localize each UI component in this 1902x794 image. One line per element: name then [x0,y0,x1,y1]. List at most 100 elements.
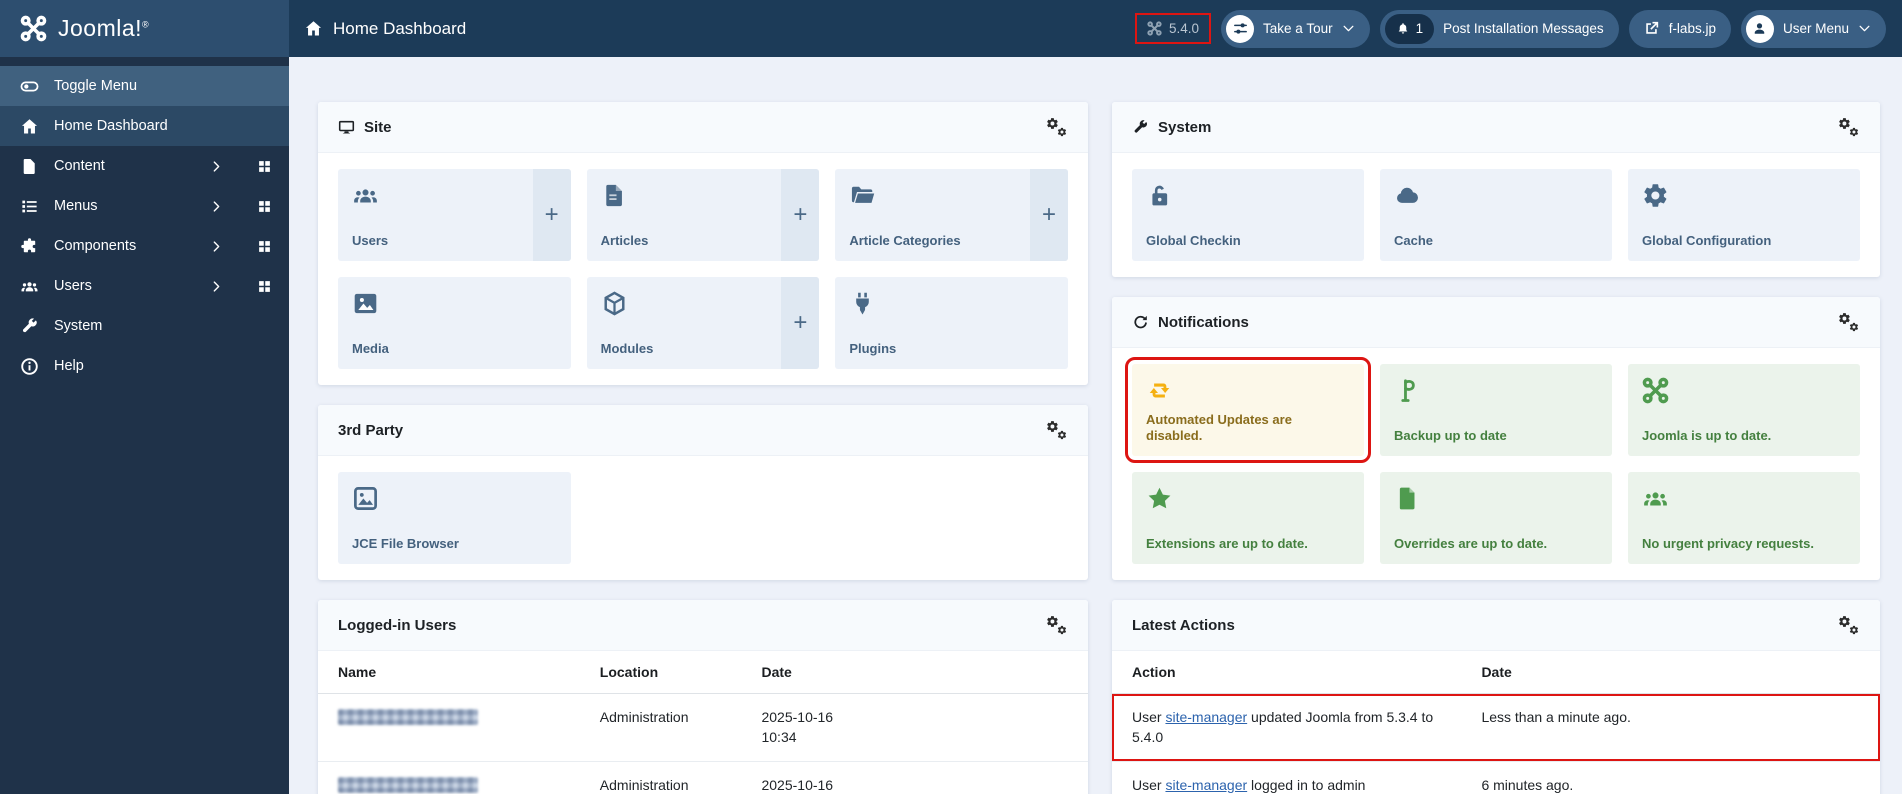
column-header-location: Location [579,651,742,694]
post-installation-messages-button[interactable]: 1 Post Installation Messages [1379,9,1619,48]
tile-joomla-update-status[interactable]: Joomla is up to date. [1628,364,1860,456]
take-a-tour-button[interactable]: Take a Tour [1221,9,1370,48]
header-bar: Home Dashboard 5.4.0 Take a Tour 1 Post … [289,0,1902,57]
site-tile-article-categories[interactable]: Article Categories + [835,169,1068,261]
cube-icon [601,290,628,317]
toggle-menu[interactable]: Toggle Menu [0,66,289,106]
article-icon [601,182,628,209]
column-header-date: Date [1461,651,1880,694]
site-panel-header: Site [318,102,1088,153]
panel-options-icon[interactable] [1046,117,1068,137]
notification-count-badge: 1 [1384,13,1435,44]
tile-global-checkin[interactable]: Global Checkin [1132,169,1364,261]
registered-mark: ® [142,19,150,30]
backup-icon [1394,377,1421,404]
unlock-icon [1146,182,1173,209]
sidebar-item-menus[interactable]: Menus [0,186,289,226]
site-tile-users[interactable]: Users + [338,169,571,261]
notifications-panel-title: Notifications [1132,314,1249,331]
third-party-panel-header: 3rd Party [318,405,1088,456]
third-party-panel: 3rd Party JCE File Browser [318,405,1088,580]
tile-jce-file-browser[interactable]: JCE File Browser [338,472,571,564]
external-link-icon [1643,20,1660,37]
site-tile-plugins[interactable]: Plugins [835,277,1068,369]
logged-in-users-panel: Logged-in Users Name Location Date Admin… [318,600,1088,794]
bell-icon [1396,22,1410,36]
table-row: Administration 2025-10-16 [318,761,1088,794]
add-user-button[interactable]: + [532,169,571,261]
user-menu-button[interactable]: User Menu [1740,9,1886,48]
document-icon [20,157,39,176]
user-avatar-icon [1745,14,1774,43]
column-header-date: Date [741,651,1088,694]
third-party-panel-title: 3rd Party [338,421,404,439]
panel-options-icon[interactable] [1838,312,1860,332]
chevron-right-icon [210,240,223,253]
page-title: Home Dashboard [304,19,466,39]
plug-icon [849,290,876,317]
home-icon [304,19,323,38]
tile-backup-status[interactable]: Backup up to date [1380,364,1612,456]
gear-icon [1642,182,1669,209]
tile-cache[interactable]: Cache [1380,169,1612,261]
sidebar-item-components[interactable]: Components [0,226,289,266]
site-panel: Site Users + Articles + Article Categori… [318,102,1088,385]
sidebar-item-users[interactable]: Users [0,266,289,306]
joomla-logo-icon [20,15,47,42]
view-site-button[interactable]: f-labs.jp [1628,9,1731,48]
content-dashboard-grid-icon[interactable] [257,159,272,174]
add-module-button[interactable]: + [781,277,820,369]
sidebar-item-home-dashboard[interactable]: Home Dashboard [0,106,289,146]
tile-extensions-status[interactable]: Extensions are up to date. [1132,472,1364,564]
sidebar: Toggle Menu Home Dashboard Content Menus [0,57,289,794]
header-actions: 5.4.0 Take a Tour 1 Post Installation Me… [1135,9,1886,48]
tile-global-configuration[interactable]: Global Configuration [1628,169,1860,261]
site-tile-articles[interactable]: Articles + [586,169,820,261]
notifications-panel-header: Notifications [1112,297,1880,348]
star-icon [1146,485,1173,512]
sidebar-item-help[interactable]: Help [0,346,289,386]
image-outline-icon [352,485,379,512]
latest-actions-panel: Latest Actions Action Date User site-man… [1112,600,1880,794]
panel-options-icon[interactable] [1046,420,1068,440]
add-category-button[interactable]: + [1030,169,1068,261]
joomla-icon [1642,377,1669,404]
puzzle-icon [20,237,39,256]
panel-options-icon[interactable] [1838,615,1860,635]
site-tile-media[interactable]: Media [338,277,571,369]
latest-actions-table: Action Date User site-manager updated Jo… [1112,651,1880,794]
chevron-right-icon [210,160,223,173]
column-header-name: Name [318,651,580,694]
panel-options-icon[interactable] [1838,117,1860,137]
menus-dashboard-grid-icon[interactable] [257,199,272,214]
image-icon [352,290,379,317]
joomla-version-badge: 5.4.0 [1135,13,1212,44]
info-icon [20,357,39,376]
sidebar-item-content[interactable]: Content [0,146,289,186]
redacted-user-name [338,709,478,725]
notifications-panel: Notifications Automated Updates are disa… [1112,297,1880,580]
table-row-update-action: User site-manager updated Joomla from 5.… [1112,693,1880,762]
panel-options-icon[interactable] [1046,615,1068,635]
tile-overrides-status[interactable]: Overrides are up to date. [1380,472,1612,564]
site-panel-title: Site [338,119,392,136]
folder-open-icon [849,182,876,209]
site-tile-modules[interactable]: Modules + [586,277,820,369]
user-link[interactable]: site-manager [1165,709,1247,725]
top-header: Joomla!® Home Dashboard 5.4.0 Take a Tou… [0,0,1902,57]
users-dashboard-grid-icon[interactable] [257,279,272,294]
system-panel: System Global Checkin Cache Global Confi… [1112,102,1880,277]
components-dashboard-grid-icon[interactable] [257,239,272,254]
brand[interactable]: Joomla!® [0,0,289,57]
chevron-right-icon [210,280,223,293]
logged-in-users-title: Logged-in Users [338,616,457,634]
wrench-icon [20,317,39,336]
user-link[interactable]: site-manager [1165,777,1247,793]
add-article-button[interactable]: + [781,169,820,261]
sidebar-item-system[interactable]: System [0,306,289,346]
sync-icon [1146,377,1173,404]
tile-privacy-requests-status[interactable]: No urgent privacy requests. [1628,472,1860,564]
logged-in-users-table: Name Location Date Administration 2025-1… [318,651,1088,794]
tile-automated-updates-disabled[interactable]: Automated Updates are disabled. [1125,357,1371,463]
chevron-right-icon [210,200,223,213]
